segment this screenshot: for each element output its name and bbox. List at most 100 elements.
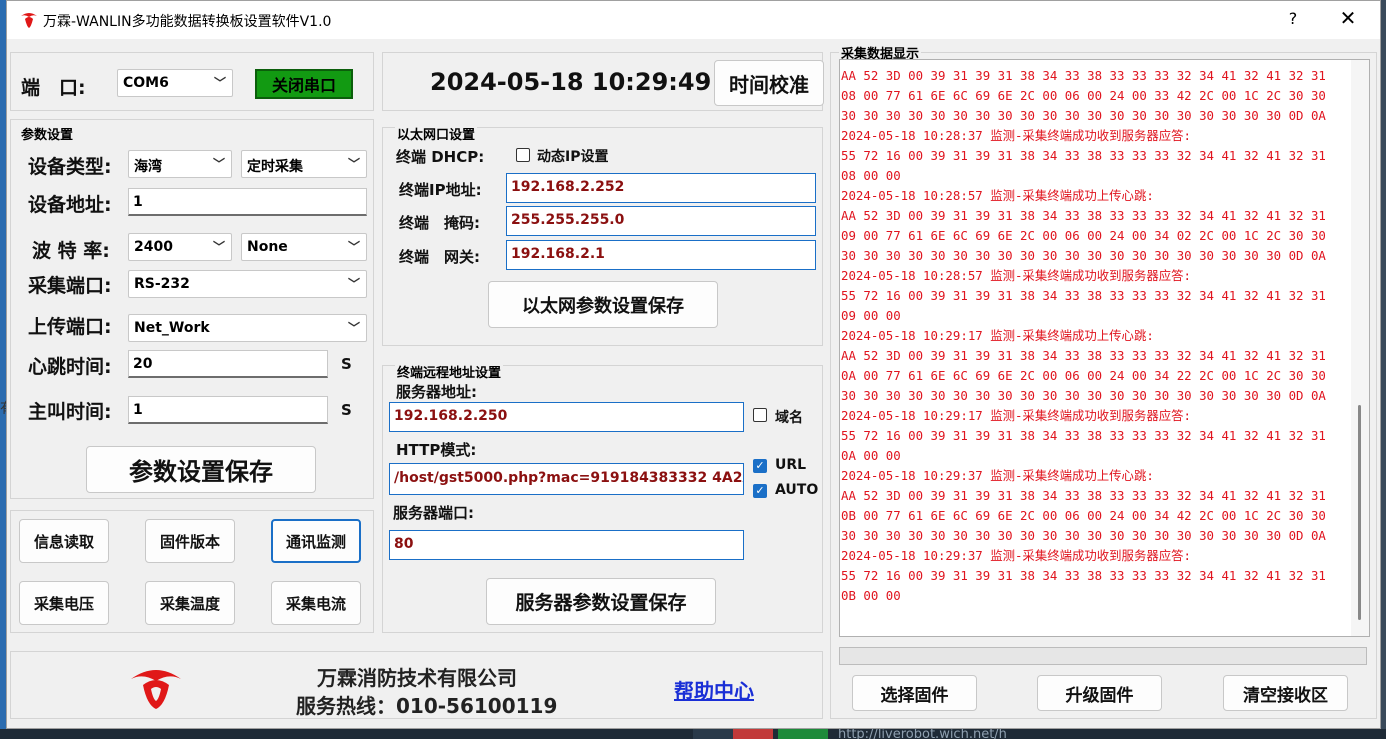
dhcp-checkbox-label: 动态IP设置 xyxy=(537,149,609,165)
http-mode-label: HTTP模式: xyxy=(396,441,477,459)
app-logo-icon xyxy=(21,13,37,28)
port-label: 端 口: xyxy=(21,77,86,99)
time-sync-button[interactable]: 时间校准 xyxy=(714,60,824,106)
title-bar: 万霖-WANLIN多功能数据转换板设置软件V1.0 ? ✕ xyxy=(7,1,1380,39)
remote-group-title: 终端远程地址设置 xyxy=(395,362,504,381)
port-select[interactable]: COM6 ﹀ xyxy=(117,69,233,97)
log-line: 55 72 16 00 39 31 39 31 38 34 33 38 33 3… xyxy=(841,568,1326,583)
log-line: 09 00 00 xyxy=(841,308,901,323)
log-line: 0B 00 00 xyxy=(841,588,901,603)
chevron-down-icon: ﹀ xyxy=(213,76,226,90)
heartbeat-input[interactable]: 20 xyxy=(128,350,328,378)
scrollbar-thumb[interactable] xyxy=(1358,405,1361,620)
select-firmware-button[interactable]: 选择固件 xyxy=(852,675,977,711)
background-taskbar: http://liverobot.wich.net/h xyxy=(0,727,1386,739)
device-addr-input[interactable]: 1 xyxy=(128,188,367,216)
call-time-unit: S xyxy=(341,401,352,419)
log-line: 55 72 16 00 39 31 39 31 38 34 33 38 33 3… xyxy=(841,288,1326,303)
log-line: 0A 00 00 xyxy=(841,448,901,463)
heartbeat-unit: S xyxy=(341,355,352,373)
service-hotline: 服务热线：010-56100119 xyxy=(296,694,558,718)
server-input[interactable]: 192.168.2.250 xyxy=(389,402,744,432)
collect-temperature-button[interactable]: 采集温度 xyxy=(145,581,235,625)
log-line: 55 72 16 00 39 31 39 31 38 34 33 38 33 3… xyxy=(841,428,1326,443)
baud-select[interactable]: 2400 ﹀ xyxy=(128,233,232,261)
log-line: 2024-05-18 10:29:17 监测-采集终端成功上传心跳: xyxy=(841,328,1154,343)
call-time-label: 主叫时间: xyxy=(28,401,112,423)
help-center-link[interactable]: 帮助中心 xyxy=(674,675,754,704)
comm-monitor-button[interactable]: 通讯监测 xyxy=(271,519,361,563)
ethernet-group-title: 以太网口设置 xyxy=(395,124,478,143)
save-server-button[interactable]: 服务器参数设置保存 xyxy=(486,578,716,625)
device-addr-label: 设备地址: xyxy=(28,194,112,216)
log-line: AA 52 3D 00 39 31 39 31 38 34 33 38 33 3… xyxy=(841,348,1326,363)
ip-label: 终端IP地址: xyxy=(399,181,482,199)
log-line: 08 00 00 xyxy=(841,168,901,183)
serial-panel: 端 口: COM6 ﹀ 关闭串口 xyxy=(10,52,374,111)
dhcp-label: 终端 DHCP: xyxy=(396,148,485,166)
log-scrollbar[interactable] xyxy=(1351,60,1369,636)
upgrade-progress-bar xyxy=(839,647,1367,665)
server-port-label: 服务器端口: xyxy=(393,504,474,522)
baud-label: 波 特 率: xyxy=(32,240,110,262)
log-line: 0B 00 77 61 6E 6C 69 6E 2C 00 06 00 24 0… xyxy=(841,508,1326,523)
gateway-label: 终端 网关: xyxy=(399,248,480,266)
device-type-label: 设备类型: xyxy=(28,156,112,178)
auto-label: AUTO xyxy=(775,482,819,498)
dhcp-checkbox[interactable] xyxy=(516,148,530,162)
save-ethernet-button[interactable]: 以太网参数设置保存 xyxy=(488,281,718,328)
log-line: 2024-05-18 10:28:57 监测-采集终端成功上传心跳: xyxy=(841,188,1154,203)
call-time-input[interactable]: 1 xyxy=(128,396,328,424)
remote-panel: 终端远程地址设置 服务器地址: 192.168.2.250 域名 HTTP模式:… xyxy=(382,362,823,633)
mask-input[interactable]: 255.255.255.0 xyxy=(506,206,816,236)
http-path-input[interactable]: /host/gst5000.php?mac=919184383332 4A2A2… xyxy=(389,463,744,495)
log-textarea[interactable]: AA 52 3D 00 39 31 39 31 38 34 33 38 33 3… xyxy=(839,59,1370,637)
log-line: 55 72 16 00 39 31 39 31 38 34 33 38 33 3… xyxy=(841,148,1326,163)
close-serial-button[interactable]: 关闭串口 xyxy=(255,69,353,99)
upload-port-label: 上传端口: xyxy=(28,316,112,338)
upload-port-select[interactable]: Net_Work ﹀ xyxy=(128,314,367,342)
chevron-down-icon: ﹀ xyxy=(347,321,360,335)
auto-checkbox[interactable]: ✓ xyxy=(753,484,767,498)
collect-current-button[interactable]: 采集电流 xyxy=(271,581,361,625)
log-line: 08 00 77 61 6E 6C 69 6E 2C 00 06 00 24 0… xyxy=(841,88,1326,103)
parity-select[interactable]: None ﹀ xyxy=(241,233,367,261)
clear-receive-button[interactable]: 清空接收区 xyxy=(1223,675,1348,711)
collect-mode-select[interactable]: 定时采集 ﹀ xyxy=(241,150,367,178)
upgrade-firmware-button[interactable]: 升级固件 xyxy=(1037,675,1162,711)
log-line: AA 52 3D 00 39 31 39 31 38 34 33 38 33 3… xyxy=(841,68,1326,83)
log-line: 2024-05-18 10:29:37 监测-采集终端成功上传心跳: xyxy=(841,468,1154,483)
function-buttons-panel: 信息读取 固件版本 通讯监测 采集电压 采集温度 采集电流 xyxy=(10,510,374,633)
collect-port-label: 采集端口: xyxy=(28,275,112,297)
domain-checkbox[interactable] xyxy=(753,408,767,422)
gateway-input[interactable]: 192.168.2.1 xyxy=(506,240,816,270)
chevron-down-icon: ﹀ xyxy=(347,277,360,291)
log-line: 30 30 30 30 30 30 30 30 30 30 30 30 30 3… xyxy=(841,528,1326,543)
company-logo-icon xyxy=(131,670,181,709)
chevron-down-icon: ﹀ xyxy=(212,157,225,171)
log-line: 30 30 30 30 30 30 30 30 30 30 30 30 30 3… xyxy=(841,108,1326,123)
server-port-input[interactable]: 80 xyxy=(389,530,744,560)
firmware-version-button[interactable]: 固件版本 xyxy=(145,519,235,563)
device-type-select[interactable]: 海湾 ﹀ xyxy=(128,150,232,178)
help-icon[interactable]: ? xyxy=(1282,9,1304,28)
ip-input[interactable]: 192.168.2.252 xyxy=(506,173,816,203)
current-datetime: 2024-05-18 10:29:49 xyxy=(430,68,712,96)
heartbeat-label: 心跳时间: xyxy=(28,356,112,378)
url-label: URL xyxy=(775,457,807,473)
domain-label: 域名 xyxy=(775,410,803,426)
chevron-down-icon: ﹀ xyxy=(347,157,360,171)
log-line: 09 00 77 61 6E 6C 69 6E 2C 00 06 00 24 0… xyxy=(841,228,1326,243)
chevron-down-icon: ﹀ xyxy=(347,240,360,254)
log-line: 0A 00 77 61 6E 6C 69 6E 2C 00 06 00 24 0… xyxy=(841,368,1326,383)
save-params-button[interactable]: 参数设置保存 xyxy=(86,446,316,493)
collect-voltage-button[interactable]: 采集电压 xyxy=(19,581,109,625)
log-line: 30 30 30 30 30 30 30 30 30 30 30 30 30 3… xyxy=(841,248,1326,263)
close-icon[interactable]: ✕ xyxy=(1335,6,1361,30)
params-panel: 参数设置 设备类型: 海湾 ﹀ 定时采集 ﹀ 设备地址: 1 波 特 率: 2400… xyxy=(10,119,374,499)
collect-port-select[interactable]: RS-232 ﹀ xyxy=(128,270,367,298)
read-info-button[interactable]: 信息读取 xyxy=(19,519,109,563)
chevron-down-icon: ﹀ xyxy=(212,240,225,254)
url-checkbox[interactable]: ✓ xyxy=(753,459,767,473)
log-line: 2024-05-18 10:28:37 监测-采集终端成功收到服务器应答: xyxy=(841,128,1191,143)
